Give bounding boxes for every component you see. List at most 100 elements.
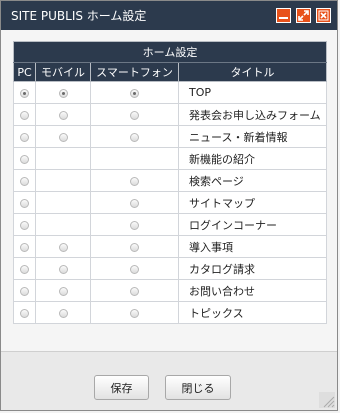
column-header-pc: PC — [13, 62, 36, 82]
row-title: サイトマップ — [178, 191, 327, 214]
cell-pc — [13, 235, 36, 258]
close-button[interactable] — [316, 8, 331, 23]
mobile-radio[interactable] — [58, 242, 68, 252]
pc-radio[interactable] — [20, 220, 29, 230]
row-title: 導入事項 — [178, 235, 327, 258]
maximize-button[interactable] — [296, 8, 311, 23]
cell-smartphone — [90, 279, 179, 302]
mobile-radio[interactable] — [58, 88, 68, 98]
maximize-icon — [298, 10, 309, 21]
row-title: トピックス — [178, 301, 327, 324]
title-bar[interactable]: SITE PUBLIS ホーム設定 — [1, 1, 337, 30]
cell-smartphone — [90, 81, 179, 104]
cell-mobile — [35, 301, 91, 324]
row-title: 発表会お申し込みフォーム — [178, 103, 327, 126]
table-row: トピックス — [13, 301, 327, 324]
smartphone-radio[interactable] — [130, 176, 139, 186]
cell-pc — [13, 125, 36, 148]
mobile-radio[interactable] — [58, 132, 68, 142]
smartphone-radio[interactable] — [130, 132, 139, 142]
row-title: TOP — [178, 81, 327, 104]
cell-smartphone — [90, 235, 179, 258]
cell-mobile — [35, 169, 91, 192]
cell-pc — [13, 81, 36, 104]
smartphone-radio[interactable] — [130, 308, 139, 318]
smartphone-radio[interactable] — [130, 264, 139, 274]
smartphone-radio[interactable] — [130, 220, 139, 230]
cell-smartphone — [90, 213, 179, 236]
table-row: カタログ請求 — [13, 257, 327, 280]
settings-panel: ホーム設定 PC モバイル スマートフォン タイトル TOP 発表会お申し込みフォ… — [13, 41, 327, 324]
table-row: 発表会お申し込みフォーム — [13, 103, 327, 126]
cell-smartphone — [90, 103, 179, 126]
table-row: ログインコーナー — [13, 213, 327, 236]
settings-window: SITE PUBLIS ホーム設定 ホーム設定 PC モバイル スマートフォン … — [0, 0, 338, 411]
pc-radio[interactable] — [20, 88, 29, 98]
mobile-radio[interactable] — [58, 286, 68, 296]
smartphone-radio[interactable] — [130, 286, 139, 296]
table-row: ニュース・新着情報 — [13, 125, 327, 148]
table-group-header: ホーム設定 — [13, 41, 327, 63]
close-icon — [318, 10, 329, 21]
pc-radio[interactable] — [20, 110, 29, 120]
pc-radio[interactable] — [20, 308, 29, 318]
close-dialog-button[interactable]: 閉じる — [165, 375, 231, 400]
smartphone-radio[interactable] — [130, 198, 139, 208]
mobile-radio[interactable] — [58, 110, 68, 120]
mobile-radio[interactable] — [58, 308, 68, 318]
pc-radio[interactable] — [20, 286, 29, 296]
cell-mobile — [35, 279, 91, 302]
cell-mobile — [35, 81, 91, 104]
row-title: 新機能の紹介 — [178, 147, 327, 170]
pc-radio[interactable] — [20, 176, 29, 186]
cell-smartphone — [90, 257, 179, 280]
row-title: カタログ請求 — [178, 257, 327, 280]
cell-mobile — [35, 257, 91, 280]
smartphone-radio[interactable] — [130, 110, 139, 120]
cell-smartphone — [90, 169, 179, 192]
table-row: お問い合わせ — [13, 279, 327, 302]
cell-mobile — [35, 213, 91, 236]
column-header-smartphone: スマートフォン — [90, 62, 179, 82]
pc-radio[interactable] — [20, 264, 29, 274]
column-header-title: タイトル — [178, 62, 327, 82]
cell-pc — [13, 147, 36, 170]
minimize-button[interactable] — [276, 8, 291, 23]
row-title: 検索ページ — [178, 169, 327, 192]
cell-mobile — [35, 235, 91, 258]
cell-mobile — [35, 125, 91, 148]
save-button[interactable]: 保存 — [94, 375, 149, 400]
cell-pc — [13, 103, 36, 126]
pc-radio[interactable] — [20, 154, 29, 164]
cell-smartphone — [90, 147, 179, 170]
table-row: 検索ページ — [13, 169, 327, 192]
column-header-mobile: モバイル — [35, 62, 91, 82]
mobile-radio[interactable] — [58, 264, 68, 274]
cell-pc — [13, 279, 36, 302]
cell-mobile — [35, 191, 91, 214]
cell-mobile — [35, 103, 91, 126]
pc-radio[interactable] — [20, 132, 29, 142]
cell-smartphone — [90, 301, 179, 324]
cell-smartphone — [90, 191, 179, 214]
resize-grip-icon[interactable] — [319, 392, 335, 408]
cell-pc — [13, 191, 36, 214]
table-row: 導入事項 — [13, 235, 327, 258]
cell-pc — [13, 169, 36, 192]
table-row: TOP — [13, 81, 327, 104]
window-title: SITE PUBLIS ホーム設定 — [11, 9, 147, 23]
row-title: お問い合わせ — [178, 279, 327, 302]
smartphone-radio[interactable] — [130, 242, 139, 252]
pc-radio[interactable] — [20, 242, 29, 252]
cell-smartphone — [90, 125, 179, 148]
row-title: ニュース・新着情報 — [178, 125, 327, 148]
table-row: 新機能の紹介 — [13, 147, 327, 170]
cell-pc — [13, 213, 36, 236]
row-title: ログインコーナー — [178, 213, 327, 236]
cell-mobile — [35, 147, 91, 170]
pc-radio[interactable] — [20, 198, 29, 208]
home-settings-table: ホーム設定 PC モバイル スマートフォン タイトル TOP 発表会お申し込みフォ… — [13, 41, 327, 324]
cell-pc — [13, 257, 36, 280]
smartphone-radio[interactable] — [130, 88, 139, 98]
minimize-icon — [279, 17, 288, 19]
